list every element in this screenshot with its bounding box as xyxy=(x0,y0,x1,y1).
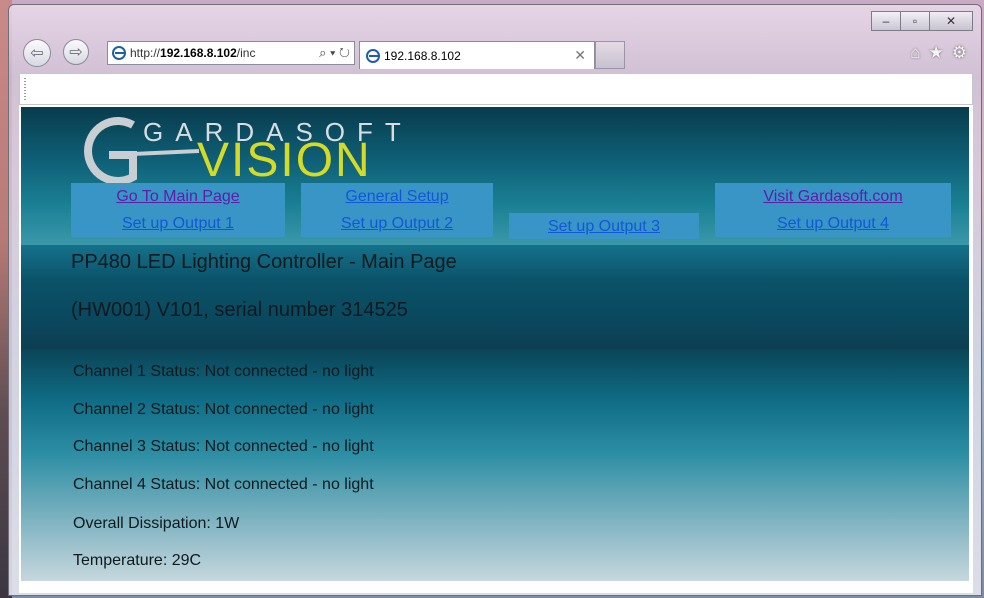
tools-gear-icon[interactable]: ⚙ xyxy=(952,43,967,63)
close-button[interactable]: ✕ xyxy=(929,11,973,31)
navigation-row: ⇦ ⇨ http://192.168.8.102/inc ⌕ ▾ ↻ 192.1… xyxy=(19,37,973,69)
back-arrow-icon: ⇦ xyxy=(30,45,44,62)
nav-output4-link[interactable]: Set up Output 4 xyxy=(715,210,951,237)
maximize-button[interactable]: ▫ xyxy=(900,11,930,31)
nav-output2-link[interactable]: Set up Output 2 xyxy=(301,210,493,237)
address-text[interactable]: http://192.168.8.102/inc xyxy=(130,46,319,60)
nav-visit-gardasoft-link[interactable]: Visit Gardasoft.com xyxy=(715,183,951,210)
minimize-button[interactable]: – xyxy=(871,11,901,31)
header-band: GARDASOFT VISION Go To Main Page General… xyxy=(21,107,971,245)
channel1-status: Channel 1 Status: Not connected - no lig… xyxy=(73,363,374,380)
forward-arrow-icon: ⇨ xyxy=(69,44,83,61)
window-controls: – ▫ ✕ xyxy=(871,11,973,31)
ie-page-icon xyxy=(112,46,126,60)
tab-ie-icon xyxy=(366,48,380,63)
device-info: (HW001) V101, serial number 314525 xyxy=(71,299,408,321)
browser-toolbar-icons: ⌂ ★ ⚙ xyxy=(910,43,967,63)
status-section: Channel 1 Status: Not connected - no lig… xyxy=(21,349,971,581)
gardasoft-logo: GARDASOFT VISION xyxy=(71,115,401,187)
web-page: GARDASOFT VISION Go To Main Page General… xyxy=(21,107,971,581)
favorites-star-icon[interactable]: ★ xyxy=(929,43,944,63)
title-band: PP480 LED Lighting Controller - Main Pag… xyxy=(21,245,971,349)
channel4-status: Channel 4 Status: Not connected - no lig… xyxy=(73,476,374,493)
nav-output3-link[interactable]: Set up Output 3 xyxy=(509,213,699,239)
viewport-edge xyxy=(969,105,973,593)
toolbar-grip[interactable] xyxy=(24,78,26,100)
back-button[interactable]: ⇦ xyxy=(23,39,51,67)
tab-title: 192.168.8.102 xyxy=(384,48,461,63)
nav-general-setup-link[interactable]: General Setup xyxy=(301,183,493,210)
page-viewport: GARDASOFT VISION Go To Main Page General… xyxy=(19,105,973,593)
nav-main-page-link[interactable]: Go To Main Page xyxy=(71,183,285,210)
overall-dissipation: Overall Dissipation: 1W xyxy=(73,515,240,532)
temperature-readout: Temperature: 29C xyxy=(73,552,202,569)
address-bar[interactable]: http://192.168.8.102/inc ⌕ ▾ ↻ xyxy=(107,41,355,65)
forward-button[interactable]: ⇨ xyxy=(63,39,89,65)
home-icon[interactable]: ⌂ xyxy=(910,43,920,63)
browser-tab[interactable]: 192.168.8.102 ✕ xyxy=(359,41,595,69)
tab-close-icon[interactable]: ✕ xyxy=(574,47,594,64)
channel3-status: Channel 3 Status: Not connected - no lig… xyxy=(73,438,374,455)
nav-output1-link[interactable]: Set up Output 1 xyxy=(71,210,285,237)
logo-vision-text: VISION xyxy=(197,134,372,187)
channel2-status: Channel 2 Status: Not connected - no lig… xyxy=(73,401,374,418)
address-tools[interactable]: ⌕ ▾ ↻ xyxy=(319,45,354,61)
page-title: PP480 LED Lighting Controller - Main Pag… xyxy=(71,251,457,273)
command-bar xyxy=(19,73,973,105)
browser-window: – ▫ ✕ ⇦ ⇨ http://192.168.8.102/inc ⌕ ▾ ↻… xyxy=(8,4,982,596)
new-tab-button[interactable] xyxy=(595,41,625,69)
